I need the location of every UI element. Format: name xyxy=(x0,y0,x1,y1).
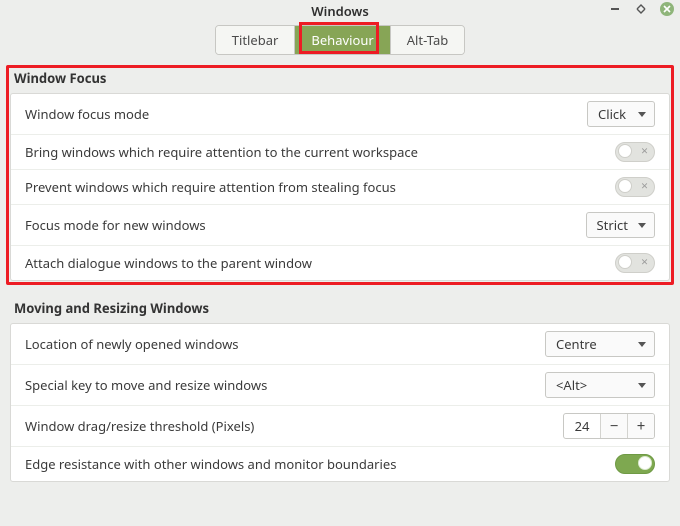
combo-special-key-value: <Alt> xyxy=(556,376,587,394)
row-special-key: Special key to move and resize windows <… xyxy=(11,365,669,406)
label-bring-attention: Bring windows which require attention to… xyxy=(25,143,418,161)
stepper-minus-button[interactable]: − xyxy=(601,414,628,438)
chevron-down-icon xyxy=(638,383,646,388)
tab-group: Titlebar Behaviour Alt-Tab xyxy=(215,25,465,55)
combo-location-value: Centre xyxy=(556,335,597,353)
label-threshold: Window drag/resize threshold (Pixels) xyxy=(25,417,254,435)
tab-titlebar[interactable]: Titlebar xyxy=(216,26,296,54)
focus-listbox: Window focus mode Click Bring windows wh… xyxy=(10,93,670,281)
label-attach-dialog: Attach dialogue windows to the parent wi… xyxy=(25,254,312,272)
maximize-button[interactable] xyxy=(634,2,648,16)
combo-new-focus-value: Strict xyxy=(597,216,629,234)
tab-alttab[interactable]: Alt-Tab xyxy=(391,26,465,54)
row-threshold: Window drag/resize threshold (Pixels) 24… xyxy=(11,406,669,447)
row-bring-attention: Bring windows which require attention to… xyxy=(11,135,669,170)
tab-behaviour[interactable]: Behaviour xyxy=(295,26,390,54)
combo-special-key[interactable]: <Alt> xyxy=(545,372,655,398)
toggle-prevent-steal[interactable] xyxy=(615,177,655,197)
close-button[interactable] xyxy=(660,2,674,16)
row-new-focus: Focus mode for new windows Strict xyxy=(11,205,669,246)
label-new-focus: Focus mode for new windows xyxy=(25,216,206,234)
combo-new-focus[interactable]: Strict xyxy=(586,212,656,238)
combo-location[interactable]: Centre xyxy=(545,331,655,357)
chevron-down-icon xyxy=(638,112,646,117)
row-edge-resistance: Edge resistance with other windows and m… xyxy=(11,447,669,481)
label-location: Location of newly opened windows xyxy=(25,335,239,353)
move-listbox: Location of newly opened windows Centre … xyxy=(10,323,670,482)
toggle-edge-resistance[interactable] xyxy=(615,454,655,474)
label-special-key: Special key to move and resize windows xyxy=(25,376,267,394)
stepper-plus-button[interactable]: + xyxy=(628,414,654,438)
toggle-attach-dialog[interactable] xyxy=(615,253,655,273)
chevron-down-icon xyxy=(638,223,646,228)
stepper-threshold-value[interactable]: 24 xyxy=(564,414,601,438)
combo-focus-mode-value: Click xyxy=(598,105,626,123)
label-edge-resistance: Edge resistance with other windows and m… xyxy=(25,455,396,473)
section-title-move: Moving and Resizing Windows xyxy=(10,299,670,323)
section-title-focus: Window Focus xyxy=(10,69,670,93)
toggle-bring-attention[interactable] xyxy=(615,142,655,162)
section-moving-resizing: Moving and Resizing Windows Location of … xyxy=(10,299,670,482)
row-prevent-steal: Prevent windows which require attention … xyxy=(11,170,669,205)
window-controls xyxy=(608,2,674,16)
window-title: Windows xyxy=(311,2,368,20)
row-focus-mode: Window focus mode Click xyxy=(11,94,669,135)
combo-focus-mode[interactable]: Click xyxy=(587,101,655,127)
section-window-focus: Window Focus Window focus mode Click Bri… xyxy=(10,69,670,281)
tab-bar: Titlebar Behaviour Alt-Tab xyxy=(0,25,680,55)
row-location: Location of newly opened windows Centre xyxy=(11,324,669,365)
row-attach-dialog: Attach dialogue windows to the parent wi… xyxy=(11,246,669,280)
stepper-threshold: 24 − + xyxy=(563,413,655,439)
window-titlebar: Windows xyxy=(0,0,680,22)
content-area: Window Focus Window focus mode Click Bri… xyxy=(0,55,680,482)
label-focus-mode: Window focus mode xyxy=(25,105,149,123)
label-prevent-steal: Prevent windows which require attention … xyxy=(25,178,396,196)
chevron-down-icon xyxy=(638,342,646,347)
minimize-button[interactable] xyxy=(608,2,622,16)
